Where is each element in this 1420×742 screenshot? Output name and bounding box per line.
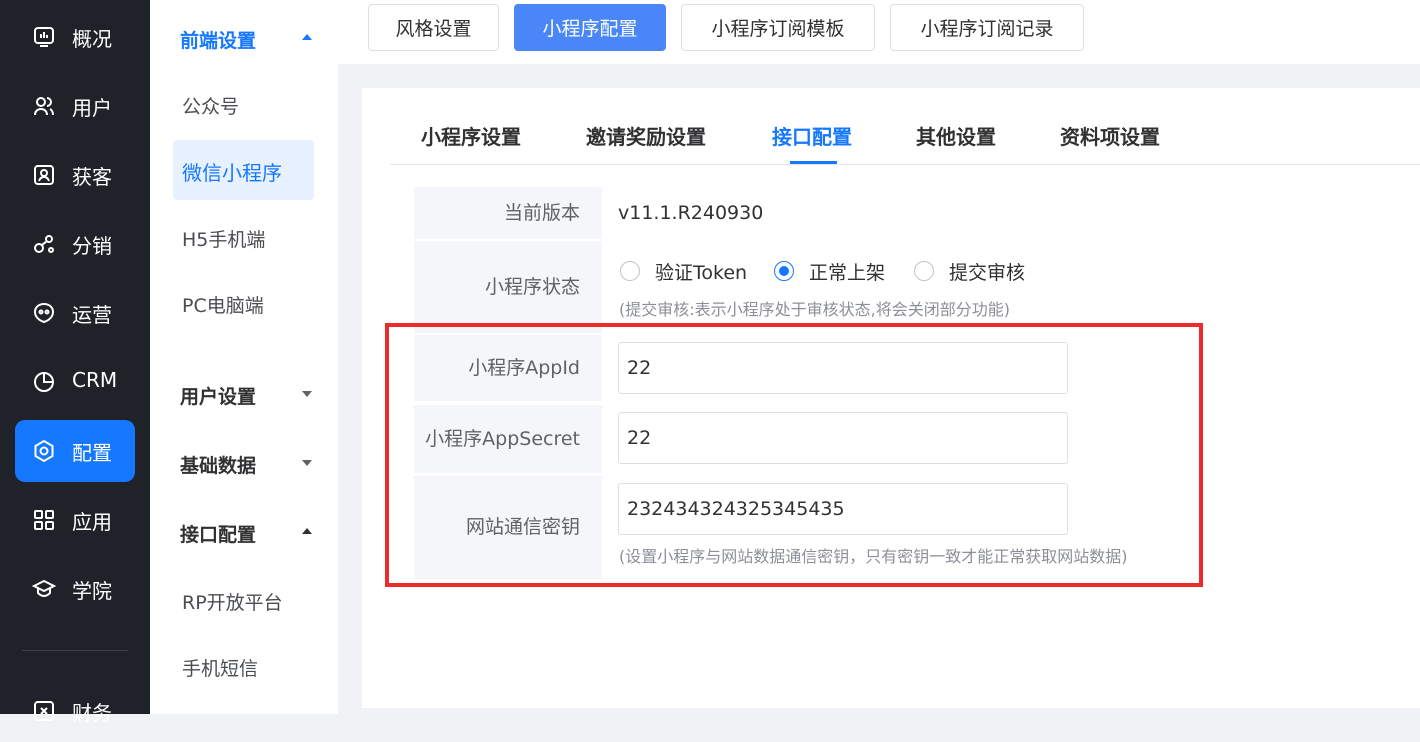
tab-api-config[interactable]: 接口配置: [772, 121, 852, 150]
radio-normal-listed[interactable]: [774, 261, 794, 281]
sidebar-item-config[interactable]: 配置: [15, 420, 135, 482]
radio-label[interactable]: 正常上架: [809, 258, 885, 285]
main-sidebar: 概况 用户 获客 分销 运营 CRM 配置 应用 学院 财务: [0, 0, 150, 725]
tab-subscribe-template[interactable]: 小程序订阅模板: [681, 4, 875, 51]
submenu-item-rp[interactable]: RP开放平台: [182, 588, 283, 615]
customer-icon: [31, 162, 57, 188]
version-label: 当前版本: [414, 187, 602, 239]
sidebar-item-label: 分销: [72, 234, 112, 258]
users-icon: [31, 93, 57, 119]
website-key-hint: (设置小程序与网站数据通信密钥，只有密钥一致才能正常获取网站数据): [619, 547, 1128, 566]
sidebar-item-label: 应用: [72, 510, 112, 534]
crm-icon: [31, 369, 57, 395]
sidebar-item-operations[interactable]: 运营: [15, 282, 135, 344]
sidebar-item-label: 学院: [72, 579, 112, 603]
sidebar-item-users[interactable]: 用户: [15, 75, 135, 137]
tab-miniapp-settings[interactable]: 小程序设置: [421, 121, 521, 150]
academy-icon: [31, 576, 57, 602]
operations-icon: [31, 300, 57, 326]
appid-label: 小程序AppId: [414, 335, 602, 401]
sidebar-item-finance[interactable]: 财务: [15, 680, 135, 742]
submenu-group-user[interactable]: 用户设置: [180, 382, 256, 409]
appid-input[interactable]: [618, 342, 1068, 394]
tab-other-settings[interactable]: 其他设置: [916, 121, 996, 150]
chevron-up-icon[interactable]: [302, 34, 312, 40]
radio-submit-review[interactable]: [914, 261, 934, 281]
tab-profile-settings[interactable]: 资料项设置: [1060, 121, 1160, 150]
tab-miniapp-config[interactable]: 小程序配置: [514, 4, 666, 51]
sidebar-item-label: 概况: [72, 27, 112, 51]
tab-subscribe-records[interactable]: 小程序订阅记录: [890, 4, 1084, 51]
submenu-item-sms[interactable]: 手机短信: [182, 654, 258, 681]
sidebar-item-academy[interactable]: 学院: [15, 558, 135, 620]
sidebar-divider: [22, 650, 128, 651]
sidebar-item-label: CRM: [72, 368, 118, 392]
settings-icon: [31, 438, 57, 464]
submenu-item-h5[interactable]: H5手机端: [182, 225, 265, 252]
tab-invite-reward[interactable]: 邀请奖励设置: [586, 121, 706, 150]
sidebar-item-label: 配置: [72, 441, 112, 465]
tab-style-settings[interactable]: 风格设置: [368, 4, 499, 51]
chevron-down-icon[interactable]: [302, 391, 312, 397]
radio-label[interactable]: 验证Token: [655, 258, 747, 285]
submenu-item-official[interactable]: 公众号: [182, 92, 239, 119]
sidebar-item-distribution[interactable]: 分销: [15, 213, 135, 275]
sidebar-item-overview[interactable]: 概况: [15, 6, 135, 68]
appsecret-input[interactable]: [618, 412, 1068, 464]
website-key-input[interactable]: [618, 483, 1068, 535]
distribution-icon: [31, 231, 57, 257]
chevron-down-icon[interactable]: [302, 460, 312, 466]
version-value: v11.1.R240930: [618, 202, 764, 224]
sidebar-item-label: 财务: [72, 701, 112, 725]
submenu-item-pc[interactable]: PC电脑端: [182, 291, 264, 318]
submenu-item-label: 微信小程序: [182, 161, 282, 185]
submenu-group-frontend[interactable]: 前端设置: [180, 26, 256, 53]
sidebar-item-label: 运营: [72, 303, 112, 327]
finance-icon: [31, 698, 57, 724]
active-tab-indicator: [790, 161, 837, 164]
submenu-group-basic[interactable]: 基础数据: [180, 451, 256, 478]
status-hint: (提交审核:表示小程序处于审核状态,将会关闭部分功能): [619, 300, 1010, 319]
submenu-group-api[interactable]: 接口配置: [180, 520, 256, 547]
chevron-up-icon[interactable]: [302, 528, 312, 534]
sidebar-item-label: 用户: [72, 96, 112, 120]
radio-label[interactable]: 提交审核: [949, 258, 1025, 285]
sub-tab-bar: [390, 115, 1420, 165]
top-tab-bar: [338, 0, 1420, 64]
sidebar-item-apps[interactable]: 应用: [15, 489, 135, 551]
radio-verify-token[interactable]: [620, 261, 640, 281]
appsecret-label: 小程序AppSecret: [414, 405, 602, 473]
dashboard-icon: [31, 24, 57, 50]
sidebar-item-acquire[interactable]: 获客: [15, 144, 135, 206]
website-key-label: 网站通信密钥: [414, 476, 602, 579]
status-label: 小程序状态: [414, 241, 602, 333]
submenu-item-miniapp[interactable]: 微信小程序: [173, 140, 314, 200]
sidebar-item-crm[interactable]: CRM: [15, 351, 135, 413]
apps-icon: [31, 507, 57, 533]
sidebar-item-label: 获客: [72, 165, 112, 189]
